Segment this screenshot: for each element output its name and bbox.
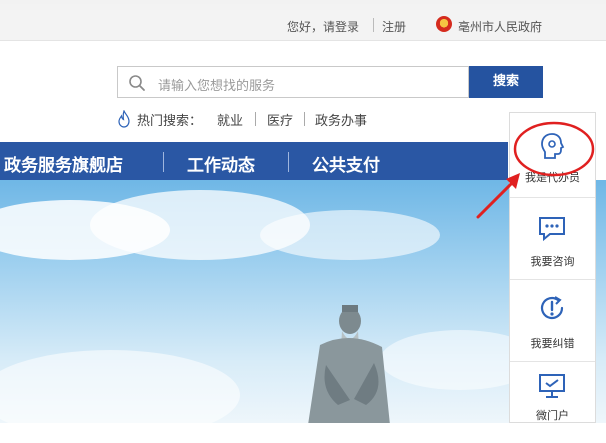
nav-item-flagship-store[interactable]: 政务服务旗舰店 [4,151,123,176]
search-placeholder: 请输入您想找的服务 [158,79,276,94]
top-bar: 您好，请登录 注册 亳州市人民政府 [0,4,606,41]
hot-keyword-gov-affairs[interactable]: 政务办事 [315,110,367,129]
register-link[interactable]: 注册 [382,18,406,35]
statue-image [308,305,390,423]
divider [304,112,305,126]
nav-item-public-payment[interactable]: 公共支付 [312,151,380,176]
correction-label: 我要纠错 [530,337,575,350]
login-link[interactable]: 您好，请登录 [287,18,359,35]
chat-bubble-icon [539,217,565,242]
gov-name-link[interactable]: 亳州市人民政府 [458,18,542,35]
consult-label: 我要咨询 [530,255,575,268]
search-icon [129,75,145,91]
correction-button[interactable]: 我要纠错 [510,281,595,361]
micro-portal-label: 微门户 [536,409,569,422]
nav-item-work-news[interactable]: 工作动态 [187,151,255,176]
hot-keyword-medical[interactable]: 医疗 [267,110,293,129]
national-emblem-icon [436,16,452,32]
divider [255,112,256,126]
red-annotation-arrow [476,173,520,219]
monitor-icon [539,374,565,398]
refresh-alert-icon [540,296,564,320]
divider [373,18,374,32]
flame-icon [118,110,130,128]
search-input[interactable]: 请输入您想找的服务 [117,66,469,98]
micro-portal-button[interactable]: 微门户 [510,363,595,443]
hot-search-label: 热门搜索： [137,114,203,129]
divider [288,152,289,172]
main-nav: 政务服务旗舰店 工作动态 公共支付 [0,142,508,180]
search-button[interactable]: 搜索 [469,66,543,98]
hot-keyword-jobs[interactable]: 就业 [217,110,243,129]
divider [163,152,164,172]
